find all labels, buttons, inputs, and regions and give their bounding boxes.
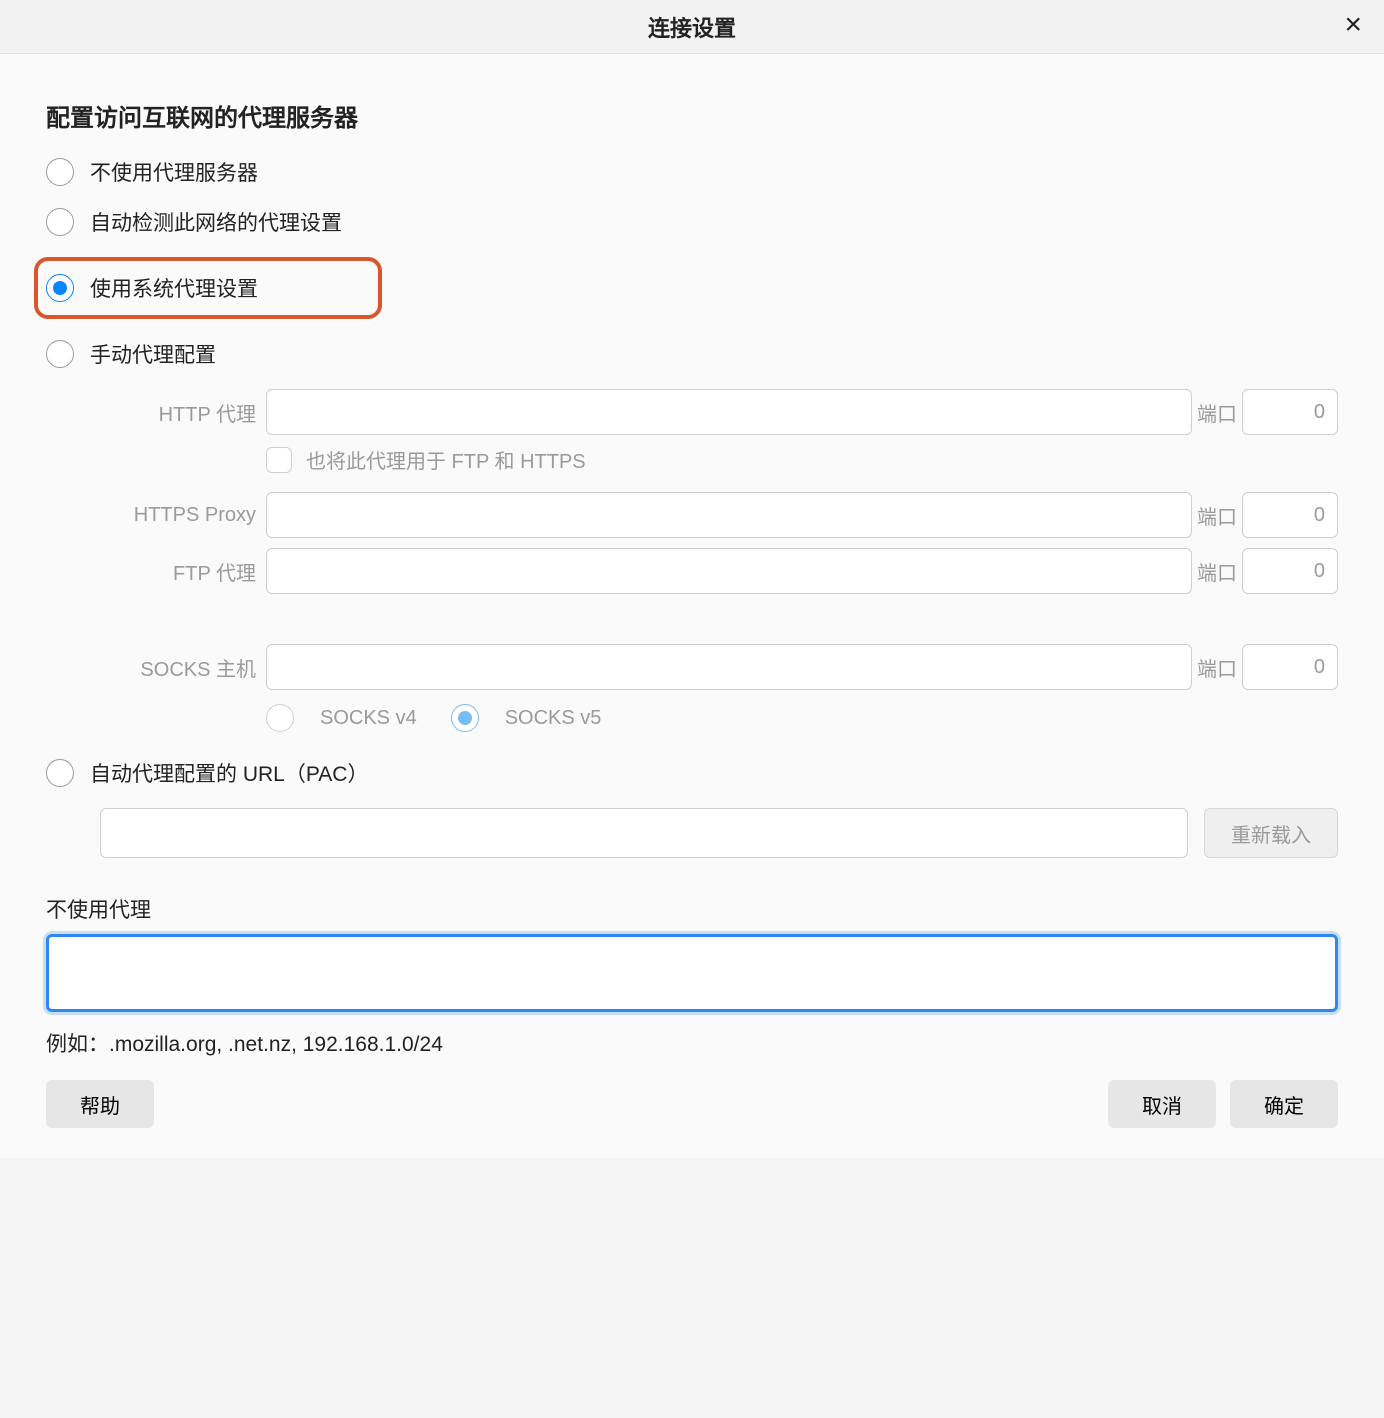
radio-icon[interactable] <box>46 274 74 302</box>
port-label: 端口 <box>1192 557 1242 586</box>
connection-settings-dialog: 连接设置 × 配置访问互联网的代理服务器 不使用代理服务器 自动检测此网络的代理… <box>0 0 1384 1158</box>
dialog-header: 连接设置 × <box>0 0 1384 54</box>
pac-row: 重新载入 <box>100 808 1338 858</box>
radio-icon[interactable] <box>46 208 74 236</box>
radio-socks-v4[interactable]: SOCKS v4 <box>266 704 417 732</box>
ok-button[interactable]: 确定 <box>1230 1080 1338 1128</box>
help-button[interactable]: 帮助 <box>46 1080 154 1128</box>
https-proxy-label: HTTPS Proxy <box>100 504 256 527</box>
pac-url-input[interactable] <box>100 808 1188 858</box>
radio-icon[interactable] <box>46 759 74 787</box>
section-title: 配置访问互联网的代理服务器 <box>46 98 1338 133</box>
manual-proxy-form: HTTP 代理 端口 也将此代理用于 FTP 和 HTTPS HTTPS Pro… <box>100 389 1338 732</box>
http-port-input[interactable] <box>1242 389 1338 435</box>
checkbox-label: 也将此代理用于 FTP 和 HTTPS <box>306 445 586 474</box>
https-port-input[interactable] <box>1242 492 1338 538</box>
socks-host-input[interactable] <box>266 644 1192 690</box>
radio-system-proxy[interactable]: 使用系统代理设置 <box>34 257 382 319</box>
socks-v4-label: SOCKS v4 <box>320 707 417 730</box>
port-label: 端口 <box>1192 398 1242 427</box>
https-proxy-row: HTTPS Proxy 端口 <box>100 492 1338 538</box>
radio-icon[interactable] <box>266 704 294 732</box>
radio-icon[interactable] <box>451 704 479 732</box>
radio-auto-detect[interactable]: 自动检测此网络的代理设置 <box>46 207 1338 237</box>
radio-label: 自动检测此网络的代理设置 <box>90 207 342 237</box>
radio-label: 使用系统代理设置 <box>90 273 258 303</box>
radio-icon[interactable] <box>46 158 74 186</box>
cancel-button[interactable]: 取消 <box>1108 1080 1216 1128</box>
no-proxy-label: 不使用代理 <box>46 894 1338 924</box>
ftp-port-input[interactable] <box>1242 548 1338 594</box>
socks-port-input[interactable] <box>1242 644 1338 690</box>
radio-manual[interactable]: 手动代理配置 <box>46 339 1338 369</box>
dialog-footer: 帮助 取消 确定 <box>0 1068 1384 1158</box>
radio-no-proxy[interactable]: 不使用代理服务器 <box>46 157 1338 187</box>
https-proxy-input[interactable] <box>266 492 1192 538</box>
radio-label: 不使用代理服务器 <box>90 157 258 187</box>
radio-label: 自动代理配置的 URL（PAC） <box>90 758 368 788</box>
socks-version-row: SOCKS v4 SOCKS v5 <box>266 704 1338 732</box>
socks-host-label: SOCKS 主机 <box>100 653 256 682</box>
checkbox-icon[interactable] <box>266 447 292 473</box>
http-proxy-label: HTTP 代理 <box>100 398 256 427</box>
use-for-all-row[interactable]: 也将此代理用于 FTP 和 HTTPS <box>266 445 1338 474</box>
http-proxy-row: HTTP 代理 端口 <box>100 389 1338 435</box>
close-icon[interactable]: × <box>1344 10 1362 40</box>
socks-host-row: SOCKS 主机 端口 <box>100 644 1338 690</box>
radio-socks-v5[interactable]: SOCKS v5 <box>451 704 602 732</box>
ftp-proxy-label: FTP 代理 <box>100 557 256 586</box>
radio-pac[interactable]: 自动代理配置的 URL（PAC） <box>46 758 1338 788</box>
port-label: 端口 <box>1192 501 1242 530</box>
port-label: 端口 <box>1192 653 1242 682</box>
socks-v5-label: SOCKS v5 <box>505 707 602 730</box>
no-proxy-textarea[interactable] <box>46 934 1338 1012</box>
ftp-proxy-row: FTP 代理 端口 <box>100 548 1338 594</box>
http-proxy-input[interactable] <box>266 389 1192 435</box>
radio-icon[interactable] <box>46 340 74 368</box>
dialog-body: 配置访问互联网的代理服务器 不使用代理服务器 自动检测此网络的代理设置 使用系统… <box>0 54 1384 1068</box>
dialog-title: 连接设置 <box>648 11 736 43</box>
no-proxy-example: 例如：.mozilla.org, .net.nz, 192.168.1.0/24 <box>46 1028 1338 1058</box>
reload-button[interactable]: 重新载入 <box>1204 808 1338 858</box>
ftp-proxy-input[interactable] <box>266 548 1192 594</box>
radio-label: 手动代理配置 <box>90 339 216 369</box>
